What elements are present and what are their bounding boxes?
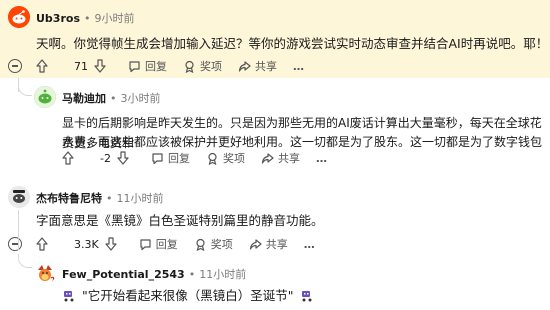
- username[interactable]: 杰布特鲁尼特: [36, 190, 102, 206]
- reddit-snoo-icon: [8, 186, 30, 208]
- timestamp[interactable]: 11小时前: [199, 266, 246, 282]
- avatar[interactable]: [34, 86, 56, 108]
- share-button[interactable]: 共享: [249, 236, 288, 252]
- upvote-icon: [36, 237, 48, 251]
- avatar[interactable]: [8, 186, 30, 208]
- more-options-button[interactable]: …: [304, 238, 316, 251]
- comment-text-content: "它开始看起来很像（黑镜白）圣诞节": [82, 288, 294, 303]
- award-label: 奖项: [222, 152, 245, 165]
- comment-actions: 3.3K 回复 奖项 共享 …: [8, 234, 316, 254]
- reply-label: 回复: [167, 152, 190, 165]
- thread-connector: [18, 82, 32, 96]
- award-icon: [208, 152, 217, 165]
- reply-button[interactable]: 回复: [128, 58, 167, 74]
- reply-label: 回复: [155, 238, 178, 251]
- upvote-button[interactable]: [36, 237, 52, 251]
- timestamp[interactable]: 9小时前: [95, 10, 135, 26]
- upvote-icon: [62, 151, 74, 165]
- thread-connector: [18, 254, 32, 268]
- collapse-button[interactable]: [8, 59, 22, 73]
- comment-icon: [140, 238, 151, 250]
- share-icon: [249, 238, 262, 250]
- downvote-button[interactable]: [94, 59, 110, 73]
- award-button[interactable]: 奖项: [194, 236, 233, 252]
- upvote-button[interactable]: [36, 59, 52, 73]
- share-label: 共享: [255, 60, 277, 73]
- reddit-snoo-icon: [34, 86, 56, 108]
- award-button[interactable]: 奖项: [206, 150, 245, 166]
- vote-count: -2: [100, 151, 111, 165]
- award-icon: [185, 60, 194, 73]
- wheelchair-robot-emoji-icon: [301, 291, 311, 302]
- share-button[interactable]: 共享: [261, 150, 300, 166]
- share-icon: [261, 152, 274, 164]
- separator-dot: •: [188, 267, 196, 281]
- comment-meta: 杰布特鲁尼特 • 11小时前: [36, 190, 164, 206]
- downvote-button[interactable]: [105, 237, 121, 251]
- reply-button[interactable]: 回复: [151, 150, 190, 166]
- avatar[interactable]: [8, 6, 30, 28]
- comment-icon: [152, 152, 163, 164]
- username[interactable]: Ub3ros: [36, 12, 80, 25]
- timestamp[interactable]: 11小时前: [117, 190, 164, 206]
- username[interactable]: Few_Potential_2543: [62, 268, 185, 281]
- separator-dot: •: [84, 11, 91, 25]
- downvote-icon: [105, 237, 117, 251]
- collapse-button[interactable]: [8, 237, 22, 251]
- award-icon: [196, 238, 205, 251]
- share-button[interactable]: 共享: [238, 58, 277, 74]
- comment-meta: Few_Potential_2543 • 11小时前: [62, 266, 246, 282]
- wheelchair-robot-emoji-icon: [64, 291, 74, 302]
- downvote-icon: [94, 59, 106, 73]
- vote-count: 71: [74, 59, 88, 73]
- downvote-icon: [117, 151, 129, 165]
- username[interactable]: 马勒迪加: [62, 90, 106, 106]
- separator-dot: •: [110, 91, 117, 105]
- comment-text: 天啊。你觉得帧生成会增加输入延迟？等你的游戏尝试实时动态审查并结合AI时再说吧。…: [36, 36, 549, 51]
- charizard-avatar-icon: [38, 265, 55, 282]
- more-options-button[interactable]: …: [316, 152, 328, 165]
- comment-meta: Ub3ros • 9小时前: [36, 10, 135, 26]
- comment-meta: 马勒迪加 • 3小时前: [62, 90, 161, 106]
- thread-line: [18, 210, 19, 250]
- comment-icon: [129, 60, 140, 72]
- avatar[interactable]: [34, 262, 56, 284]
- separator-dot: •: [106, 191, 113, 205]
- award-button[interactable]: 奖项: [183, 58, 222, 74]
- upvote-button[interactable]: [62, 151, 78, 165]
- reply-label: 回复: [145, 60, 167, 73]
- share-label: 共享: [277, 152, 300, 165]
- timestamp[interactable]: 3小时前: [121, 90, 161, 106]
- share-icon: [238, 60, 251, 72]
- award-label: 奖项: [200, 60, 222, 73]
- reddit-snoo-icon: [8, 6, 30, 28]
- share-label: 共享: [265, 238, 288, 251]
- downvote-button[interactable]: [117, 151, 133, 165]
- upvote-icon: [36, 59, 48, 73]
- award-label: 奖项: [210, 238, 233, 251]
- comment-text: "它开始看起来很像（黑镜白）圣诞节": [62, 286, 314, 306]
- vote-count: 3.3K: [74, 237, 99, 251]
- reply-button[interactable]: 回复: [139, 236, 178, 252]
- more-options-button[interactable]: …: [293, 60, 305, 73]
- comment-text: 字面意思是《黑镜》白色圣诞特别篇里的静音功能。: [36, 213, 324, 228]
- comment-actions: -2 回复 奖项 共享 …: [62, 148, 328, 168]
- comment-actions: 71 回复 奖项 共享 …: [8, 56, 305, 76]
